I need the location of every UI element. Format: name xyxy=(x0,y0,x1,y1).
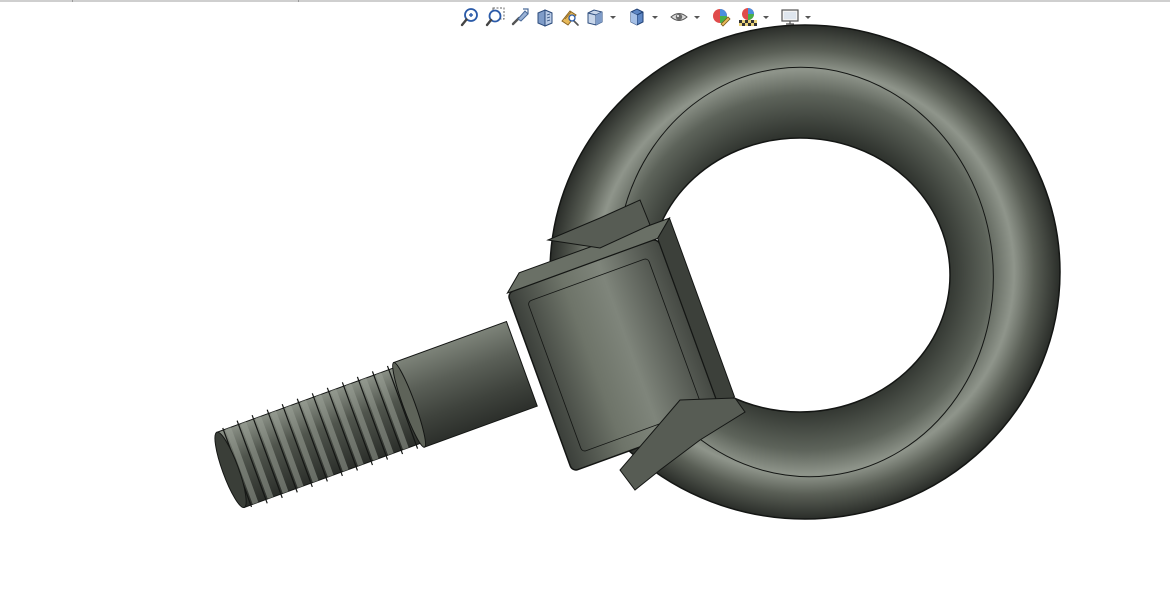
section-view-button[interactable] xyxy=(533,5,557,29)
section-view-icon xyxy=(535,7,555,27)
bolt-shank[interactable] xyxy=(208,320,538,515)
apply-scene-icon xyxy=(738,7,758,27)
zoom-to-fit-icon xyxy=(460,7,480,27)
display-style-button[interactable] xyxy=(625,5,649,29)
apply-scene-button[interactable] xyxy=(736,5,760,29)
chevron-down-icon xyxy=(804,13,812,21)
edit-appearance-button[interactable] xyxy=(709,5,733,29)
monitor-icon xyxy=(780,7,800,27)
chevron-down-icon xyxy=(651,13,659,21)
hide-show-items-icon xyxy=(669,7,689,27)
chevron-down-icon xyxy=(693,13,701,21)
view-orientation-dropdown[interactable] xyxy=(608,5,618,29)
previous-view-button[interactable] xyxy=(508,5,532,29)
edit-appearance-icon xyxy=(711,7,731,27)
previous-view-icon xyxy=(510,7,530,27)
thread-section xyxy=(214,365,424,509)
view-settings-dropdown[interactable] xyxy=(803,5,813,29)
dynamic-annotation-views-button[interactable] xyxy=(558,5,582,29)
chevron-down-icon xyxy=(762,13,770,21)
chevron-down-icon xyxy=(609,13,617,21)
zoom-to-fit-button[interactable] xyxy=(458,5,482,29)
hide-show-items-button[interactable] xyxy=(667,5,691,29)
hide-show-items-dropdown[interactable] xyxy=(692,5,702,29)
view-orientation-button[interactable] xyxy=(583,5,607,29)
eye-bolt-model[interactable] xyxy=(0,0,1170,608)
view-settings-button[interactable] xyxy=(778,5,802,29)
view-orientation-icon xyxy=(585,7,605,27)
zoom-to-area-button[interactable] xyxy=(483,5,507,29)
display-style-dropdown[interactable] xyxy=(650,5,660,29)
apply-scene-dropdown[interactable] xyxy=(761,5,771,29)
heads-up-view-toolbar xyxy=(458,5,813,29)
display-style-icon xyxy=(627,7,647,27)
zoom-to-area-icon xyxy=(485,7,505,27)
dynamic-annotation-views-icon xyxy=(560,7,580,27)
graphics-area[interactable] xyxy=(0,0,1170,608)
